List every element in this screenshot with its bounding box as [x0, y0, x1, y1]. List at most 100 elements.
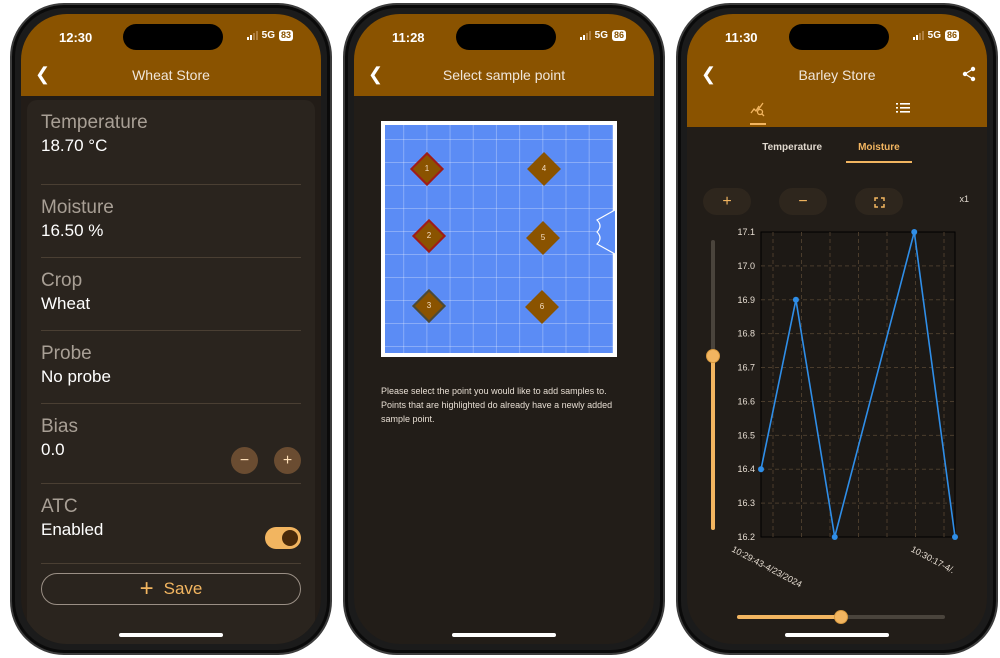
- app-header: 11:30 5G 86 ❮ Barley Store: [687, 14, 987, 127]
- screen: 11:30 5G 86 ❮ Barley Store Temperature M…: [687, 14, 987, 644]
- home-indicator: [452, 633, 556, 637]
- phone-select-sample-point: 11:28 5G 86 ❮ Select sample point 1 2 3 …: [343, 3, 665, 655]
- map-grid: 1 2 3 4 5 6: [385, 125, 615, 353]
- screen: 11:28 5G 86 ❮ Select sample point 1 2 3 …: [354, 14, 654, 644]
- fullscreen-icon: [873, 197, 885, 208]
- data-point: [831, 534, 838, 540]
- page-title: Wheat Store: [132, 67, 210, 83]
- home-indicator: [785, 633, 889, 637]
- x-tick-label: 10:29:43-4/23/2024: [730, 544, 804, 589]
- save-label: Save: [163, 579, 203, 598]
- status-indicators: 5G 83: [246, 30, 293, 41]
- field-value: 18.70 °C: [41, 136, 108, 155]
- dynamic-island: [789, 24, 889, 50]
- field-atc: ATC Enabled: [41, 484, 301, 564]
- data-point: [911, 229, 918, 235]
- network-label: 5G: [594, 30, 608, 41]
- settings-card: Temperature 18.70 °C Moisture 16.50 % Cr…: [27, 100, 315, 644]
- data-point: [792, 296, 799, 303]
- bias-decrement-button[interactable]: −: [231, 447, 258, 474]
- y-tick-label: 16.7: [737, 363, 755, 373]
- network-label: 5G: [927, 30, 941, 41]
- home-indicator: [119, 633, 223, 637]
- phone-wheat-store: 12:30 5G 83 ❮ Wheat Store Temperature 18…: [10, 3, 332, 655]
- app-header: 12:30 5G 83 ❮ Wheat Store: [21, 14, 321, 96]
- field-value: 16.50 %: [41, 221, 104, 240]
- plus-icon: +: [139, 575, 154, 602]
- sample-point-5[interactable]: 5: [526, 221, 560, 255]
- sample-point-3[interactable]: 3: [412, 289, 446, 323]
- metric-tabs: Temperature Moisture: [687, 142, 987, 163]
- zoom-out-button[interactable]: −: [779, 188, 827, 215]
- instructions-text: Please select the point you would like t…: [381, 386, 613, 424]
- chart-search-icon[interactable]: [750, 102, 766, 118]
- toggle-knob: [282, 530, 298, 546]
- tab-moisture[interactable]: Moisture: [846, 142, 912, 163]
- list-icon[interactable]: [896, 102, 910, 114]
- status-time: 12:30: [59, 30, 93, 45]
- zoom-level: x1: [959, 194, 969, 204]
- network-label: 5G: [261, 30, 275, 41]
- data-point: [758, 466, 764, 473]
- field-moisture: Moisture 16.50 %: [41, 185, 301, 258]
- signal-icon: [579, 31, 591, 40]
- signal-icon: [246, 31, 258, 40]
- point-label: 5: [540, 233, 546, 242]
- fit-to-screen-button[interactable]: [855, 188, 903, 215]
- field-bias: Bias 0.0 − +: [41, 404, 301, 484]
- field-label: Crop: [41, 270, 83, 291]
- screen: 12:30 5G 83 ❮ Wheat Store Temperature 18…: [21, 14, 321, 644]
- y-tick-label: 16.3: [737, 498, 755, 508]
- status-indicators: 5G 86: [579, 30, 626, 41]
- y-tick-label: 17.1: [737, 227, 755, 237]
- sample-point-1[interactable]: 1: [410, 152, 444, 186]
- point-label: 3: [426, 301, 432, 310]
- field-value: Enabled: [41, 520, 104, 539]
- page-title: Barley Store: [798, 67, 876, 83]
- y-tick-label: 16.5: [737, 430, 755, 440]
- tab-temperature[interactable]: Temperature: [762, 142, 822, 163]
- field-probe[interactable]: Probe No probe: [41, 331, 301, 404]
- data-point: [952, 534, 958, 540]
- zoom-in-button[interactable]: +: [703, 188, 751, 215]
- save-button[interactable]: + Save: [41, 573, 301, 605]
- point-label: 4: [541, 164, 547, 173]
- page-title: Select sample point: [442, 67, 566, 83]
- field-label: Bias: [41, 416, 78, 437]
- phone-barley-store: 11:30 5G 86 ❮ Barley Store Temperature M…: [676, 3, 998, 655]
- field-label: Moisture: [41, 197, 114, 218]
- signal-icon: [912, 31, 924, 40]
- store-map: 1 2 3 4 5 6: [381, 121, 617, 357]
- field-value: Wheat: [41, 294, 91, 313]
- app-header: 11:28 5G 86 ❮ Select sample point: [354, 14, 654, 96]
- horizontal-pan-slider[interactable]: [737, 610, 945, 624]
- field-label: Probe: [41, 343, 92, 364]
- y-tick-label: 16.6: [737, 396, 755, 406]
- point-label: 6: [539, 302, 545, 311]
- bias-increment-button[interactable]: +: [274, 447, 301, 474]
- field-value: 0.0: [41, 440, 65, 459]
- share-icon[interactable]: [961, 66, 977, 82]
- status-time: 11:30: [725, 30, 758, 45]
- point-label: 1: [424, 164, 430, 173]
- battery-icon: 83: [278, 30, 293, 41]
- slider-knob[interactable]: [834, 610, 848, 624]
- field-label: ATC: [41, 496, 78, 517]
- field-label: Temperature: [41, 112, 148, 133]
- field-crop[interactable]: Crop Wheat: [41, 258, 301, 331]
- atc-toggle[interactable]: [265, 527, 301, 549]
- status-time: 11:28: [392, 30, 425, 45]
- y-tick-label: 16.8: [737, 329, 755, 339]
- y-tick-label: 17.0: [737, 261, 755, 271]
- moisture-chart: 16.2 16.3 16.4 16.5 16.6 16.7 16.8 16.9 17.0 17.1…: [730, 227, 958, 589]
- sample-point-4[interactable]: 4: [527, 152, 561, 186]
- active-tab-indicator: [750, 123, 766, 125]
- x-tick-label: 10:30:17-4/.: [909, 544, 956, 575]
- point-label: 2: [426, 231, 432, 240]
- sample-point-2[interactable]: 2: [412, 219, 446, 253]
- field-temperature: Temperature 18.70 °C: [41, 112, 301, 185]
- dynamic-island: [123, 24, 223, 50]
- sample-point-6[interactable]: 6: [525, 290, 559, 324]
- slider-fill: [737, 615, 841, 619]
- y-tick-label: 16.9: [737, 295, 755, 305]
